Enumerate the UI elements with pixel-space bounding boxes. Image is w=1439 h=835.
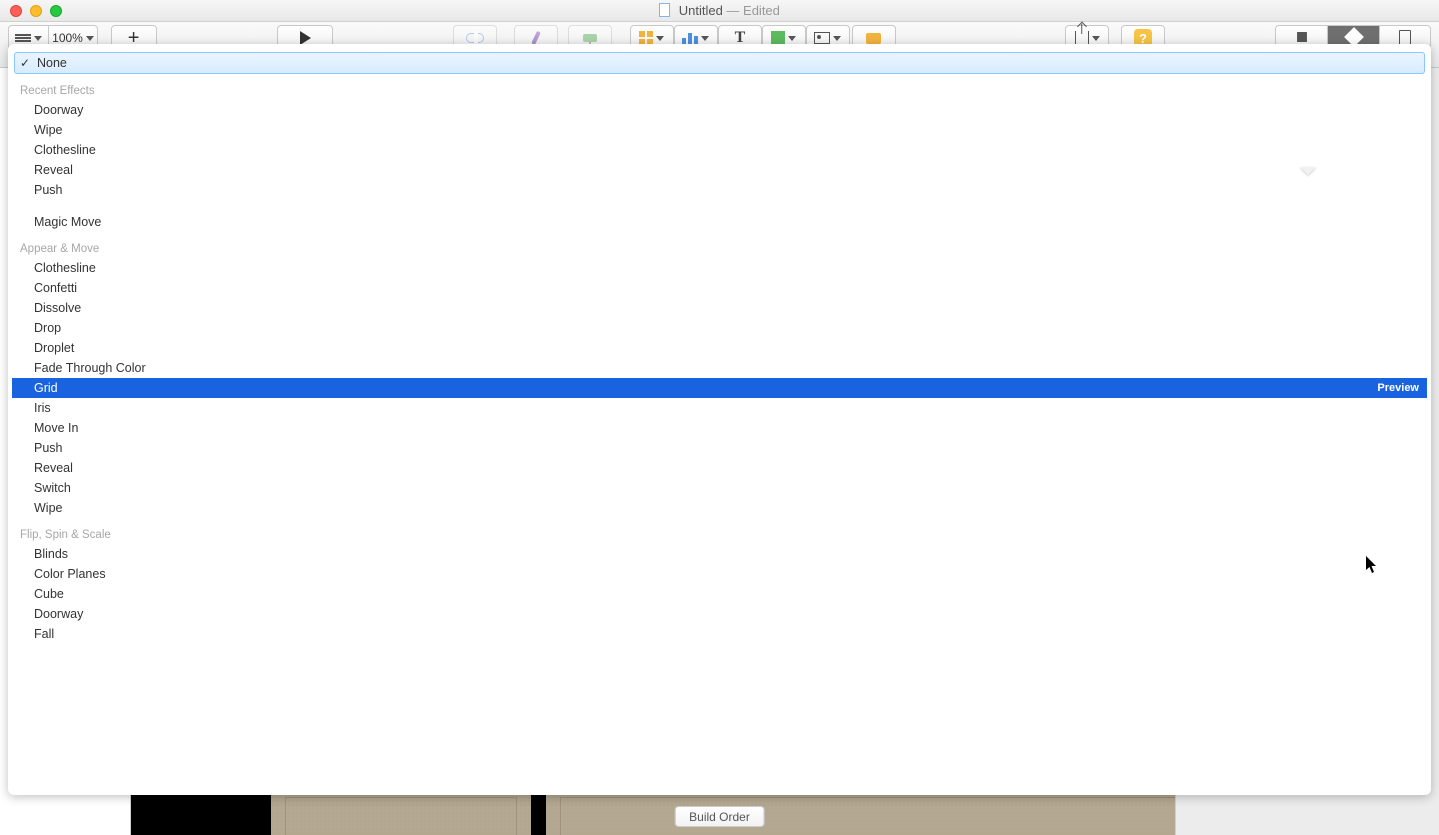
effect-option[interactable]: Color Planes: [12, 564, 1427, 584]
effect-option[interactable]: Fade Through Color: [12, 358, 1427, 378]
chevron-down-icon: [86, 36, 94, 41]
popover-arrow: [1300, 167, 1316, 175]
shape-icon: [771, 31, 785, 45]
chart-icon: [682, 31, 698, 45]
effect-option-none[interactable]: None: [15, 53, 1424, 73]
effect-option[interactable]: Clothesline: [12, 258, 1427, 278]
main-area: 1 2 3 4 5 6 7 IT DOUBLE-CLICK TO EDIT DO…: [0, 68, 1439, 835]
chevron-down-icon: [701, 36, 709, 41]
effect-option[interactable]: Iris: [12, 398, 1427, 418]
effect-option[interactable]: Switch: [12, 478, 1427, 498]
effect-option[interactable]: Wipe: [12, 498, 1427, 518]
effects-scroll[interactable]: NoneRecent EffectsDoorwayWipeClothesline…: [8, 44, 1431, 795]
link-icon: [466, 33, 484, 43]
effect-option[interactable]: Clothesline: [12, 140, 1427, 160]
effect-option[interactable]: GridPreview: [12, 378, 1427, 398]
effect-option[interactable]: Drop: [12, 318, 1427, 338]
inspector-panel: Transitions No Transition Effect Add an …: [1175, 68, 1439, 835]
effect-option[interactable]: Wipe: [12, 120, 1427, 140]
window-title: Untitled — Edited: [0, 3, 1439, 18]
effect-option[interactable]: Push: [12, 438, 1427, 458]
table-icon: [639, 31, 653, 45]
document-icon: [659, 3, 670, 17]
effect-option[interactable]: Dissolve: [12, 298, 1427, 318]
document-edited-badge: — Edited: [726, 3, 779, 18]
effect-option[interactable]: Blinds: [12, 544, 1427, 564]
effect-option[interactable]: Move In: [12, 418, 1427, 438]
effects-section-header: Recent Effects: [12, 82, 1427, 100]
preview-label[interactable]: Preview: [1377, 382, 1419, 394]
roller-icon: [583, 34, 597, 42]
effect-option[interactable]: Reveal: [12, 160, 1427, 180]
titlebar: Untitled — Edited: [0, 0, 1439, 22]
effect-option[interactable]: Push: [12, 180, 1427, 200]
effect-option[interactable]: Magic Move: [12, 212, 1427, 232]
effects-section-header: Appear & Move: [12, 240, 1427, 258]
document-name: Untitled: [679, 3, 723, 18]
build-order-button[interactable]: Build Order: [674, 806, 765, 827]
effect-option[interactable]: Doorway: [12, 604, 1427, 624]
chevron-down-icon: [833, 36, 841, 41]
image-icon: [814, 32, 830, 44]
effect-option[interactable]: Reveal: [12, 458, 1427, 478]
chevron-down-icon: [656, 36, 664, 41]
effects-section-header: Flip, Spin & Scale: [12, 526, 1427, 544]
document-icon: [1399, 30, 1411, 45]
share-icon: [1075, 31, 1089, 45]
chevron-down-icon: [788, 36, 796, 41]
zoom-value: 100%: [52, 31, 83, 45]
comment-icon: [866, 33, 881, 44]
play-icon: [300, 31, 311, 45]
effects-popover: NoneRecent EffectsDoorwayWipeClothesline…: [8, 44, 1431, 795]
chevron-down-icon: [1092, 36, 1100, 41]
chevron-down-icon: [34, 36, 42, 41]
effect-option[interactable]: Confetti: [12, 278, 1427, 298]
effect-option[interactable]: Fall: [12, 624, 1427, 644]
effect-option[interactable]: Droplet: [12, 338, 1427, 358]
effect-option[interactable]: Doorway: [12, 100, 1427, 120]
effect-option[interactable]: Cube: [12, 584, 1427, 604]
